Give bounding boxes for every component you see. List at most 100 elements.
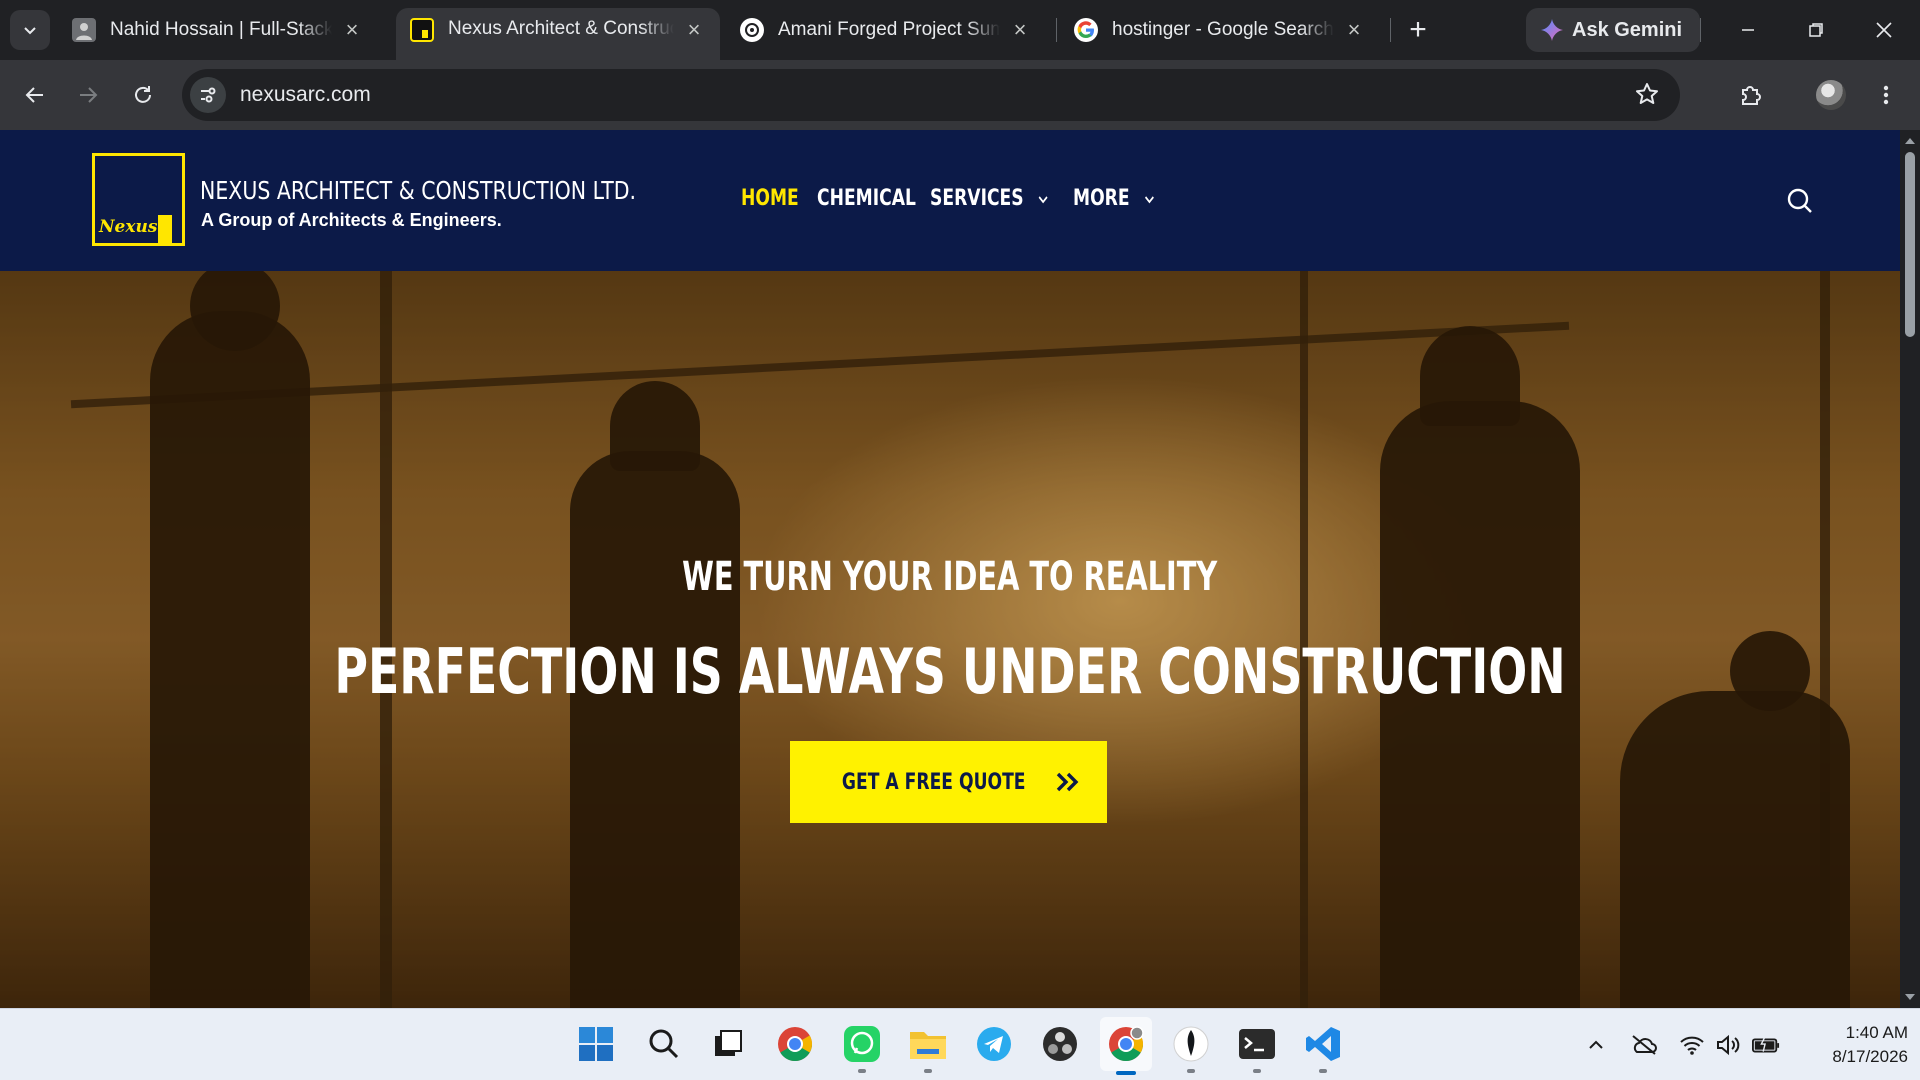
task-view-icon[interactable] [707, 1023, 749, 1065]
tab-separator [1390, 18, 1391, 42]
google-icon [1074, 18, 1098, 42]
nexus-logo-icon [410, 18, 434, 42]
forward-button[interactable] [68, 75, 108, 115]
site-info-button[interactable] [190, 77, 226, 113]
logo-mark [158, 215, 172, 243]
more-vert-icon [1883, 85, 1889, 105]
chrome-menu-button[interactable] [1866, 75, 1906, 115]
brand-name[interactable]: NEXUS ARCHITECT & CONSTRUCTION LTD. [200, 176, 636, 205]
puzzle-icon [1742, 86, 1761, 105]
whatsapp-icon[interactable] [841, 1023, 883, 1073]
tab-title: Nahid Hossain | Full-Stack Developer [110, 19, 332, 40]
running-indicator [1319, 1069, 1327, 1073]
tab-separator [1700, 18, 1701, 42]
ask-gemini-label: Ask Gemini [1572, 18, 1683, 41]
close-icon[interactable]: × [340, 17, 364, 42]
tab-separator [1056, 18, 1057, 42]
url-text: nexusarc.com [240, 83, 371, 106]
arrow-right-icon [80, 87, 98, 103]
ask-gemini-button[interactable]: Ask Gemini [1526, 8, 1701, 52]
arrow-left-icon [25, 87, 43, 103]
close-icon[interactable]: × [1342, 17, 1366, 42]
hero-subtitle: WE TURN YOUR IDEA TO REALITY [682, 554, 1218, 600]
tab-title: Amani Forged Project Summary [778, 19, 1000, 40]
menu-item-chemical[interactable]: CHEMICAL [817, 186, 916, 211]
reload-button[interactable] [123, 75, 163, 115]
windows-start-icon[interactable] [575, 1023, 617, 1065]
file-explorer-icon[interactable] [907, 1023, 949, 1073]
chevron-down-icon [24, 27, 36, 35]
running-indicator [924, 1069, 932, 1073]
logo-word: Nexus [99, 217, 158, 237]
running-indicator [1253, 1069, 1261, 1073]
windows-taskbar: 1:40 AM 8/17/2026 [0, 1008, 1920, 1080]
close-icon[interactable]: × [682, 17, 706, 42]
menu-item-label: CHEMICAL [817, 186, 916, 211]
restore-button[interactable] [1790, 10, 1842, 50]
double-chevron-right-icon [1057, 772, 1079, 792]
site-header: Nexus NEXUS ARCHITECT & CONSTRUCTION LTD… [0, 130, 1900, 271]
running-indicator [858, 1069, 866, 1073]
tab-strip: Nahid Hossain | Full-Stack Developer × N… [0, 0, 1920, 68]
running-indicator [1187, 1069, 1195, 1073]
reload-icon [135, 86, 151, 103]
hero-banner: WE TURN YOUR IDEA TO REALITY PERFECTION … [0, 271, 1900, 1008]
close-window-button[interactable] [1858, 10, 1910, 50]
back-button[interactable] [15, 75, 55, 115]
avatar [1816, 80, 1846, 110]
scroll-down-icon[interactable] [1903, 990, 1917, 1004]
obs-icon[interactable] [1039, 1023, 1081, 1065]
profile-button[interactable] [1811, 75, 1851, 115]
system-clock[interactable]: 1:40 AM 8/17/2026 [1798, 1021, 1908, 1069]
site-logo[interactable]: Nexus [92, 153, 185, 246]
bookmark-star-icon[interactable] [1634, 81, 1660, 112]
chevron-down-icon [1038, 195, 1048, 203]
chrome-profile-icon[interactable] [1100, 1017, 1152, 1075]
gemini-sparkle-icon [1541, 19, 1563, 41]
vscode-icon[interactable] [1302, 1023, 1344, 1073]
close-icon[interactable]: × [1008, 17, 1032, 42]
battery-charging-icon[interactable] [1752, 1031, 1780, 1059]
tab-amani-forged[interactable]: Amani Forged Project Summary × [726, 8, 1046, 52]
show-hidden-icons-chevron-icon[interactable] [1582, 1031, 1610, 1059]
get-free-quote-button[interactable]: GET A FREE QUOTE [790, 741, 1107, 823]
menu-item-more[interactable]: MORE [1073, 186, 1167, 211]
chevron-down-icon [1144, 195, 1154, 203]
chrome-icon[interactable] [774, 1023, 816, 1065]
tab-nexus-architect[interactable]: Nexus Architect & Construction Ltd. × [396, 8, 720, 68]
main-menu: HOME CHEMICAL SERVICES MORE [741, 186, 1183, 211]
scroll-up-icon[interactable] [1903, 134, 1917, 148]
browser-toolbar: nexusarc.com [0, 60, 1920, 130]
onedrive-offline-icon[interactable] [1630, 1031, 1658, 1059]
search-icon[interactable] [643, 1023, 685, 1065]
wifi-icon[interactable] [1678, 1031, 1706, 1059]
tab-search-button[interactable] [10, 10, 50, 50]
menu-item-label: MORE [1073, 186, 1130, 211]
clock-date: 8/17/2026 [1832, 1047, 1908, 1066]
minimize-icon [1742, 29, 1754, 31]
extensions-button[interactable] [1731, 75, 1771, 115]
menu-item-services[interactable]: SERVICES [930, 186, 1051, 211]
restore-icon [1809, 23, 1823, 37]
tab-title: hostinger - Google Search [1112, 19, 1334, 40]
volume-icon[interactable] [1714, 1031, 1742, 1059]
menu-item-home[interactable]: HOME [741, 186, 827, 211]
tab-hostinger-search[interactable]: hostinger - Google Search × [1060, 8, 1380, 52]
menu-item-label: SERVICES [930, 186, 1024, 211]
clock-time: 1:40 AM [1845, 1023, 1908, 1042]
new-tab-button[interactable]: + [1400, 12, 1436, 48]
mongodb-compass-icon[interactable] [1170, 1023, 1212, 1073]
search-icon[interactable] [1786, 187, 1814, 215]
tab-nahid-hossain[interactable]: Nahid Hossain | Full-Stack Developer × [58, 8, 378, 52]
active-indicator [1116, 1071, 1136, 1075]
terminal-icon[interactable] [1236, 1023, 1278, 1073]
scrollbar-thumb[interactable] [1905, 152, 1915, 337]
minimize-button[interactable] [1722, 10, 1774, 50]
cta-label: GET A FREE QUOTE [841, 769, 1026, 795]
page-scrollbar[interactable] [1900, 130, 1920, 1008]
hero-title: PERFECTION IS ALWAYS UNDER CONSTRUCTION [334, 635, 1566, 708]
brand-tagline: A Group of Architects & Engineers. [201, 210, 502, 230]
page-viewport: Nexus NEXUS ARCHITECT & CONSTRUCTION LTD… [0, 130, 1900, 1008]
telegram-icon[interactable] [973, 1023, 1015, 1065]
address-bar[interactable]: nexusarc.com [182, 69, 1680, 121]
